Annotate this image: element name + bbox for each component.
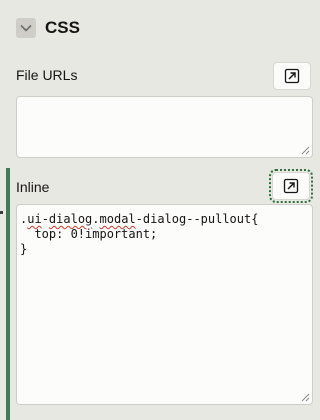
code-token: -dialog--pullout{ [135, 212, 259, 226]
chevron-down-icon [20, 24, 32, 32]
row-marker [0, 211, 3, 214]
file-urls-expand-button[interactable] [273, 62, 311, 90]
css-panel: CSS File URLs Inline .ui-dialog.modal-di… [0, 0, 320, 420]
resize-grip-icon[interactable] [301, 393, 310, 402]
file-urls-label: File URLs [16, 67, 78, 83]
code-token: - [41, 212, 49, 226]
inline-label: Inline [16, 179, 50, 195]
active-field-indicator [6, 168, 10, 420]
code-token-misspelled: ui [27, 212, 42, 226]
code-line-1: .ui-dialog.modal-dialog--pullout{ [20, 212, 258, 226]
expand-dialog-icon [284, 68, 300, 84]
section-title: CSS [45, 18, 80, 37]
resize-grip-icon[interactable] [301, 146, 310, 155]
expand-dialog-icon [283, 178, 299, 194]
collapse-section-button[interactable] [16, 18, 36, 38]
css-section-header: CSS [16, 16, 80, 40]
code-token-misspelled: dialog [48, 212, 93, 226]
code-line-3: } [20, 242, 28, 256]
code-token-misspelled: modal [99, 212, 136, 226]
file-urls-textarea[interactable] [16, 96, 313, 158]
code-token: . [92, 212, 100, 226]
inline-expand-button[interactable] [269, 169, 313, 203]
code-line-2: top: 0!important; [20, 227, 158, 241]
inline-css-code: .ui-dialog.modal-dialog--pullout{ top: 0… [20, 212, 258, 257]
